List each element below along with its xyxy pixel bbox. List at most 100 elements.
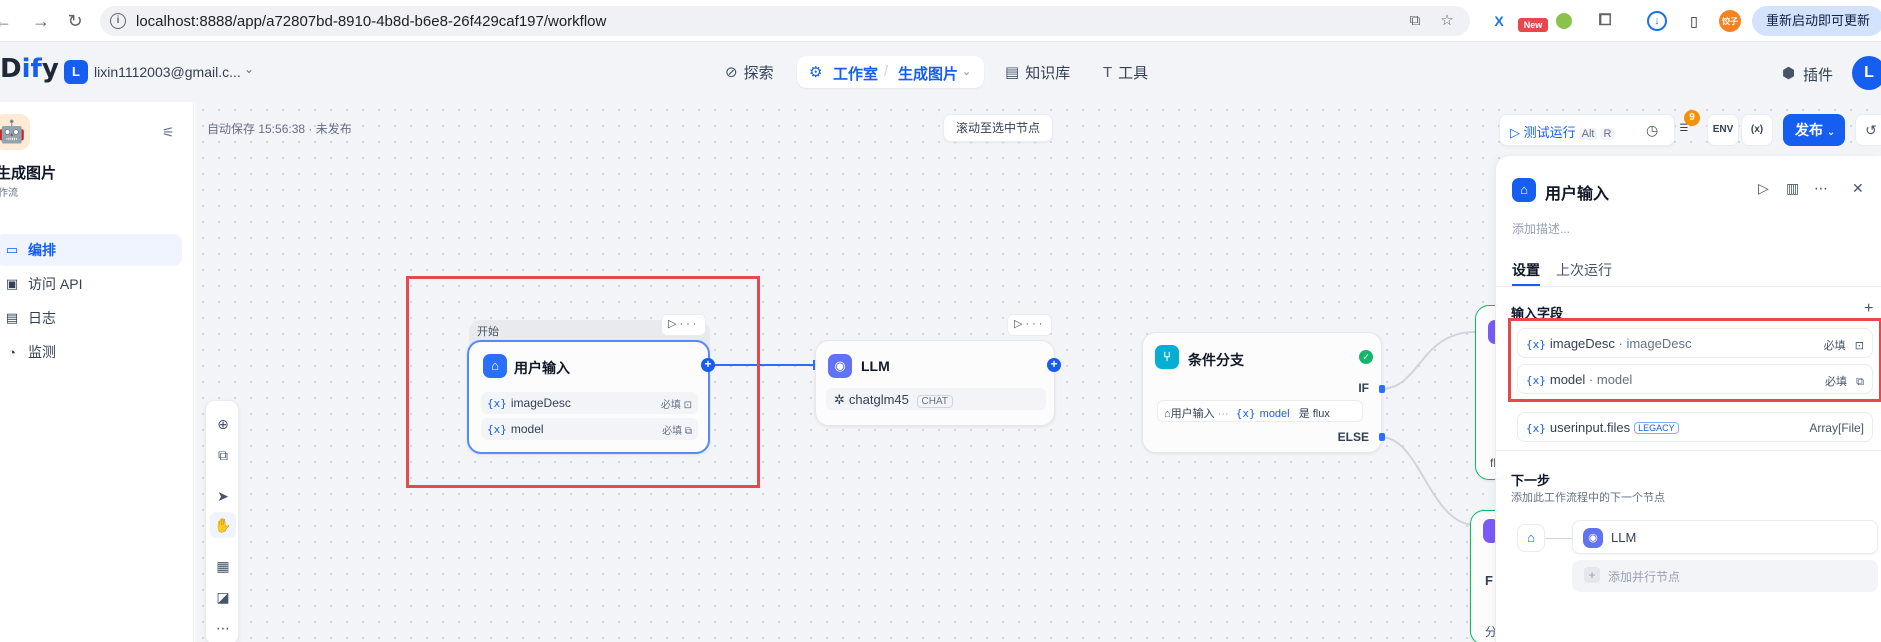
- app-robot-icon: 🤖: [0, 114, 30, 150]
- select-input-icon: ⧉: [1856, 376, 1864, 388]
- reload-icon[interactable]: ↻: [64, 10, 86, 32]
- translate-extension-icon[interactable]: X: [1488, 10, 1510, 32]
- sidebar-item-label: 访问 API: [28, 276, 83, 292]
- hammer-icon: T: [1103, 63, 1113, 81]
- download-icon[interactable]: ↓: [1647, 11, 1667, 31]
- install-app-icon[interactable]: ⧉: [1406, 12, 1424, 30]
- panel-description-input[interactable]: 添加描述...: [1512, 220, 1570, 237]
- more-icon[interactable]: ⋯: [210, 615, 236, 641]
- env-button[interactable]: ENV: [1707, 114, 1739, 146]
- more-icon[interactable]: ···: [1025, 318, 1045, 330]
- start-field-row: {x} model 必填 ⧉: [481, 418, 698, 440]
- sidebar-item-orchestrate[interactable]: ▭ 编排: [0, 234, 182, 266]
- next-node-label: LLM: [1611, 530, 1637, 545]
- scroll-to-selected-button[interactable]: 滚动至选中节点: [943, 114, 1054, 142]
- close-icon[interactable]: ✕: [1852, 180, 1864, 197]
- workspace-email[interactable]: lixin1112003@gmail.c...: [94, 64, 241, 80]
- llm-node-actions[interactable]: ▷···: [1007, 314, 1053, 336]
- robot-icon: ⚙: [809, 64, 823, 81]
- start-output-handle[interactable]: +: [701, 358, 715, 372]
- sidebar-toggle-icon[interactable]: ⚟: [162, 124, 175, 141]
- forward-icon[interactable]: →: [30, 10, 52, 32]
- chevron-down-icon[interactable]: ⌄: [962, 65, 971, 78]
- system-field-row: {x} userinput.files LEGACY Array[File]: [1517, 412, 1873, 442]
- play-icon[interactable]: ▷: [668, 318, 679, 330]
- nav-studio[interactable]: 工作室: [833, 63, 878, 84]
- tab-settings[interactable]: 设置: [1512, 260, 1540, 280]
- text-input-icon: ⊡: [1854, 340, 1864, 352]
- pointer-icon[interactable]: ➤: [210, 483, 236, 509]
- address-bar[interactable]: i localhost:8888/app/a72807bd-8910-4b8d-…: [100, 6, 1470, 36]
- nav-knowledge[interactable]: ▤ 知识库: [995, 56, 1080, 88]
- required-label: 必填 ⊡: [661, 396, 692, 411]
- test-run-button[interactable]: ▷ 测试运行 Alt R: [1510, 122, 1615, 141]
- book-icon: ▤: [1005, 64, 1020, 81]
- add-note-icon[interactable]: ⧉: [210, 442, 236, 468]
- brain-icon: ◉: [1583, 528, 1603, 548]
- variable-icon: {x}: [487, 423, 507, 436]
- dify-logo[interactable]: Dify: [0, 54, 59, 84]
- update-chrome-button[interactable]: 重新启动即可更新: [1752, 6, 1881, 36]
- url-text[interactable]: localhost:8888/app/a72807bd-8910-4b8d-b6…: [136, 13, 606, 30]
- tab-last-run[interactable]: 上次运行: [1556, 260, 1612, 280]
- new-extension-badge[interactable]: New: [1518, 18, 1548, 32]
- start-field-name: imageDesc: [510, 396, 571, 410]
- organize-icon[interactable]: ▦: [210, 553, 236, 579]
- more-icon[interactable]: ⋯: [1814, 180, 1828, 197]
- input-field-row[interactable]: {x} model · model 必填 ⧉: [1517, 364, 1873, 394]
- next-node-llm[interactable]: ◉ LLM: [1572, 520, 1878, 554]
- publish-button[interactable]: 发布 ⌄: [1783, 114, 1845, 146]
- nav-current-app[interactable]: 生成图片: [898, 63, 958, 84]
- system-field-name: userinput.files: [1549, 420, 1631, 435]
- llm-output-handle[interactable]: +: [1047, 358, 1061, 372]
- if-label: IF: [1358, 381, 1369, 395]
- conversation-var-button[interactable]: (x): [1741, 114, 1773, 146]
- add-field-icon[interactable]: +: [1864, 300, 1873, 318]
- add-parallel-node-button[interactable]: + 添加并行节点: [1572, 560, 1878, 592]
- start-node-actions[interactable]: ▷···: [661, 314, 707, 336]
- more-icon[interactable]: ···: [679, 318, 699, 330]
- panel-title[interactable]: 用户输入: [1545, 180, 1609, 204]
- nav-explore[interactable]: ⊘ 探索: [715, 56, 784, 88]
- llm-node[interactable]: ◉ LLM ✲ chatglm45 CHAT: [815, 340, 1055, 426]
- nav-studio-pill[interactable]: ⚙ 工作室 / 生成图片 ⌄: [797, 56, 984, 88]
- autosave-status: 自动保存 15:56:38 · 未发布: [207, 122, 352, 136]
- ifelse-node[interactable]: ⑂ 条件分支 ✓ IF ⌂用户输入 ··· {x} model 是 flux EL…: [1142, 332, 1382, 453]
- version-history-button[interactable]: ↺: [1855, 114, 1881, 146]
- sidebar-item-logs[interactable]: ▤ 日志: [0, 302, 182, 334]
- chevron-down-icon[interactable]: ⌄: [244, 62, 254, 76]
- site-info-icon[interactable]: i: [110, 13, 126, 29]
- nav-knowledge-label: 知识库: [1025, 64, 1071, 82]
- puzzle-extensions-icon[interactable]: ⧠: [1594, 10, 1616, 32]
- sidebar-item-api[interactable]: ▣ 访问 API: [0, 268, 182, 300]
- nav-plugins[interactable]: 插件: [1803, 64, 1833, 85]
- home-icon: ⌂: [1517, 524, 1545, 552]
- sidebar-item-monitor[interactable]: ◔ 监测: [0, 336, 182, 368]
- minimap-icon[interactable]: ◪: [210, 584, 236, 610]
- workspace-avatar[interactable]: L: [64, 60, 88, 84]
- sidebar-item-label: 监测: [28, 344, 56, 360]
- else-handle[interactable]: [1379, 433, 1385, 441]
- profile-avatar[interactable]: 饺子: [1719, 10, 1741, 32]
- app-name: 生成图片: [0, 165, 57, 182]
- add-node-icon[interactable]: ⊕: [210, 411, 236, 437]
- log-icon: ▤: [5, 310, 19, 325]
- if-handle[interactable]: [1379, 385, 1385, 393]
- condition-value: flux: [1312, 408, 1330, 420]
- run-history-icon[interactable]: ◷: [1646, 122, 1658, 139]
- bookmark-star-icon[interactable]: ☆: [1438, 12, 1456, 30]
- run-node-icon[interactable]: ▷: [1758, 180, 1769, 197]
- start-node[interactable]: ⌂ 用户输入 {x} imageDesc 必填 ⊡ {x} model 必填 ⧉: [467, 340, 710, 454]
- home-small-icon: ⌂: [1164, 408, 1171, 420]
- help-book-icon[interactable]: ▥: [1786, 180, 1799, 197]
- back-icon[interactable]: ←: [0, 10, 14, 32]
- side-panel-icon[interactable]: ▯: [1683, 10, 1705, 32]
- green-extension-icon[interactable]: [1556, 13, 1572, 29]
- play-icon[interactable]: ▷: [1014, 318, 1025, 330]
- legacy-badge: LEGACY: [1634, 422, 1679, 434]
- nav-tools[interactable]: T 工具: [1093, 56, 1158, 88]
- input-field-row[interactable]: {x} imageDesc · imageDesc 必填 ⊡: [1517, 328, 1873, 358]
- plugin-box-icon[interactable]: ⬢: [1782, 64, 1795, 82]
- user-avatar[interactable]: L: [1852, 56, 1881, 90]
- hand-icon[interactable]: ✋: [210, 512, 236, 538]
